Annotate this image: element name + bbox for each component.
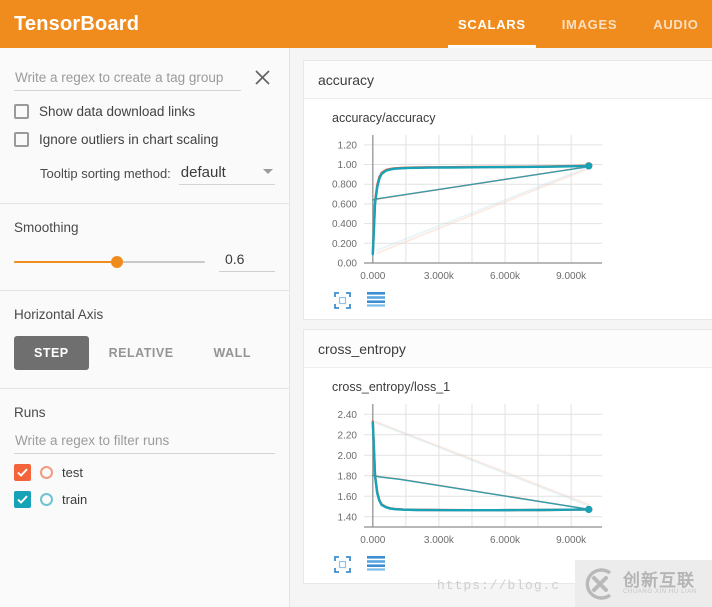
sidebar: Show data download links Ignore outliers… xyxy=(0,48,290,607)
chart-card-header[interactable]: cross_entropy xyxy=(304,330,712,368)
svg-text:6.000k: 6.000k xyxy=(490,535,521,546)
chevron-down-icon xyxy=(263,168,273,174)
svg-text:3.000k: 3.000k xyxy=(424,535,455,546)
svg-text:1.20: 1.20 xyxy=(338,140,358,151)
chart-card-cross-entropy: cross_entropy cross_entropy/loss_1 1.40 1… xyxy=(303,329,712,584)
run-label: test xyxy=(62,465,83,480)
run-checkbox[interactable] xyxy=(14,464,31,481)
svg-text:1.80: 1.80 xyxy=(338,471,358,482)
checkbox-show-data-download-links[interactable]: Show data download links xyxy=(14,104,275,119)
horizontal-axis-relative-button[interactable]: RELATIVE xyxy=(89,336,194,370)
line-chart-accuracy[interactable]: 0.00 0.200 0.400 0.600 0.800 1.00 1.20 0.000 3.0… xyxy=(312,129,612,289)
svg-text:9.000k: 9.000k xyxy=(556,271,587,282)
svg-text:2.20: 2.20 xyxy=(338,430,358,441)
chart-title: accuracy/accuracy xyxy=(332,111,436,125)
run-color-circle-icon xyxy=(40,466,53,479)
svg-text:1.40: 1.40 xyxy=(338,512,358,523)
svg-text:6.000k: 6.000k xyxy=(490,271,521,282)
svg-text:3.000k: 3.000k xyxy=(424,271,455,282)
horizontal-axis-step-label: STEP xyxy=(34,346,69,360)
checkbox-label: Ignore outliers in chart scaling xyxy=(39,132,219,147)
chart-title: cross_entropy/loss_1 xyxy=(332,380,451,394)
svg-text:0.000: 0.000 xyxy=(360,271,385,282)
toggle-data-table-icon[interactable] xyxy=(367,556,385,571)
checkbox-box xyxy=(14,132,29,147)
app-brand-title: TensorBoard xyxy=(14,12,140,35)
slider-thumb[interactable] xyxy=(111,255,124,268)
runs-filter-row xyxy=(14,430,275,454)
chart-toolbar xyxy=(304,289,712,313)
nav-tabs: SCALARS IMAGES AUDIO xyxy=(440,0,712,48)
close-icon[interactable] xyxy=(249,64,275,90)
app-header: TensorBoard SCALARS IMAGES AUDIO xyxy=(0,0,712,48)
tab-scalars[interactable]: SCALARS xyxy=(440,0,544,48)
smoothing-title: Smoothing xyxy=(14,220,79,235)
tab-scalars-label: SCALARS xyxy=(458,16,526,32)
tooltip-sorting-label: Tooltip sorting method: xyxy=(40,166,171,181)
svg-text:0.400: 0.400 xyxy=(332,219,357,230)
run-label: train xyxy=(62,492,88,507)
run-item-train[interactable]: train xyxy=(14,491,275,508)
chart-card-body: cross_entropy/loss_1 1.40 1.60 1.80 2.00 2.2… xyxy=(304,368,712,583)
slider-fill xyxy=(14,260,118,263)
tooltip-sorting-value: default xyxy=(180,164,226,181)
tooltip-sorting-select[interactable]: default xyxy=(178,164,275,185)
tag-filter-row xyxy=(14,48,275,91)
tab-audio[interactable]: AUDIO xyxy=(635,0,712,48)
horizontal-axis-title: Horizontal Axis xyxy=(14,307,104,322)
chart-card-header[interactable]: accuracy xyxy=(304,61,712,99)
smoothing-slider[interactable] xyxy=(14,254,205,270)
checkbox-ignore-outliers[interactable]: Ignore outliers in chart scaling xyxy=(14,132,275,147)
divider xyxy=(0,290,289,291)
checkbox-label: Show data download links xyxy=(39,104,196,119)
run-checkbox[interactable] xyxy=(14,491,31,508)
svg-text:0.00: 0.00 xyxy=(338,259,358,270)
svg-text:2.00: 2.00 xyxy=(338,451,358,462)
runs-regex-input[interactable] xyxy=(14,430,275,454)
expand-chart-icon[interactable] xyxy=(334,556,351,573)
expand-chart-icon[interactable] xyxy=(334,292,351,309)
svg-text:0.800: 0.800 xyxy=(332,180,357,191)
chart-toolbar xyxy=(304,553,712,577)
svg-text:0.200: 0.200 xyxy=(332,239,357,250)
chart-card-body: accuracy/accuracy 0.00 0.200 0.400 0.600 0.8… xyxy=(304,99,712,319)
runs-title: Runs xyxy=(14,405,46,420)
tab-audio-label: AUDIO xyxy=(653,16,699,32)
run-color-circle-icon xyxy=(40,493,53,506)
checkbox-box xyxy=(14,104,29,119)
line-chart-cross-entropy[interactable]: 1.40 1.60 1.80 2.00 2.20 2.40 0.000 3.000k 6.000… xyxy=(312,398,612,553)
tooltip-sorting-row: Tooltip sorting method: default xyxy=(14,164,275,185)
divider xyxy=(0,203,289,204)
smoothing-value-input[interactable]: 0.6 xyxy=(219,251,275,272)
horizontal-axis-relative-label: RELATIVE xyxy=(108,346,174,360)
svg-text:0.600: 0.600 xyxy=(332,199,357,210)
tab-images[interactable]: IMAGES xyxy=(544,0,635,48)
horizontal-axis-wall-button[interactable]: WALL xyxy=(194,336,271,370)
toggle-data-table-icon[interactable] xyxy=(367,292,385,307)
run-item-test[interactable]: test xyxy=(14,464,275,481)
horizontal-axis-options: STEP RELATIVE WALL xyxy=(14,336,275,370)
svg-text:1.60: 1.60 xyxy=(338,492,358,503)
smoothing-row: 0.6 xyxy=(14,251,275,272)
svg-text:2.40: 2.40 xyxy=(338,410,358,421)
tag-group-regex-input[interactable] xyxy=(14,67,241,91)
chart-card-accuracy: accuracy accuracy/accuracy 0.00 0.200 0.40… xyxy=(303,60,712,320)
svg-text:0.000: 0.000 xyxy=(360,535,385,546)
horizontal-axis-step-button[interactable]: STEP xyxy=(14,336,89,370)
charts-panel: accuracy accuracy/accuracy 0.00 0.200 0.40… xyxy=(291,48,712,607)
svg-text:9.000k: 9.000k xyxy=(556,535,587,546)
divider xyxy=(0,388,289,389)
horizontal-axis-wall-label: WALL xyxy=(213,346,251,360)
tab-images-label: IMAGES xyxy=(561,16,618,32)
svg-text:1.00: 1.00 xyxy=(338,160,358,171)
